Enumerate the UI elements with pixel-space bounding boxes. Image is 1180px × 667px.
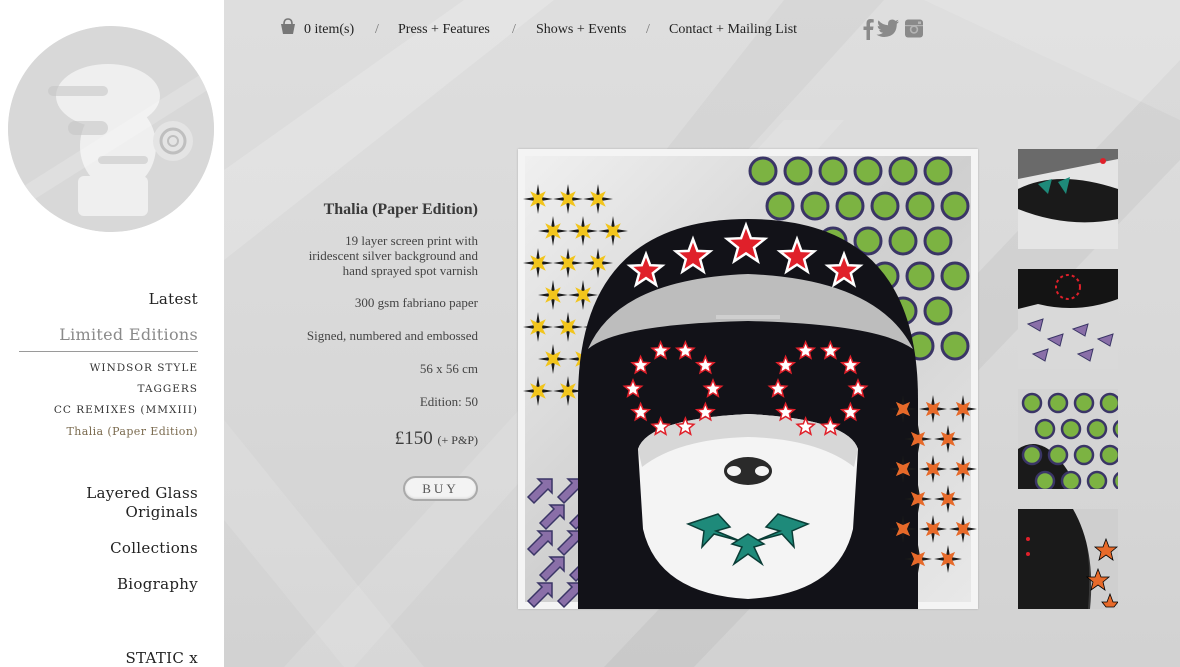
nav-separator: / [512,22,516,37]
instagram-icon[interactable] [904,18,924,43]
logo[interactable] [8,26,214,232]
nav-separator: / [646,22,650,37]
product-price: £150 (+ P&P) [395,428,478,450]
subnav-cc-remixes[interactable]: CC REMIXES (MMXIII) [54,404,198,416]
subnav-windsor-style[interactable]: WINDSOR STYLE [90,362,198,374]
thumbnail-1[interactable] [1018,149,1118,249]
nav-shows-events[interactable]: Shows + Events [536,22,626,38]
nav-separator: / [375,22,379,37]
product-title: Thalia (Paper Edition) [323,201,478,218]
facebook-icon[interactable] [862,18,874,44]
product-edition: Edition: 50 [419,394,478,409]
cart-icon[interactable] [278,17,298,42]
artwork-main-image[interactable] [518,149,978,609]
nav-layered-glass[interactable]: Layered Glass Originals [86,484,198,522]
nav-latest[interactable]: Latest [149,290,198,308]
price-value: £150 [394,428,433,449]
nav-divider [19,351,198,352]
nav-layered-glass-line1: Layered Glass [86,484,198,502]
description-line: hand sprayed spot varnish [342,263,478,278]
thumbnail-3[interactable] [1018,389,1118,489]
subnav-taggers[interactable]: TAGGERS [137,383,198,395]
thalia-print [523,156,977,609]
sidebar: Latest Limited Editions WINDSOR STYLE TA… [0,0,224,667]
nav-limited-editions[interactable]: Limited Editions [59,325,198,344]
product-size: 56 x 56 cm [419,361,478,376]
nav-biography[interactable]: Biography [117,575,198,593]
product-signed: Signed, numbered and embossed [306,328,478,343]
thumbnail-4[interactable] [1018,509,1118,609]
nav-layered-glass-line2: Originals [125,503,198,521]
logo-bust-icon [8,26,214,232]
nav-press-features[interactable]: Press + Features [398,22,490,38]
nav-contact-mailing-list[interactable]: Contact + Mailing List [669,22,797,38]
thumbnail-2[interactable] [1018,269,1118,369]
twitter-icon[interactable] [876,18,900,44]
subnav-thalia-current[interactable]: Thalia (Paper Edition) [67,425,198,438]
price-note: (+ P&P) [437,433,478,447]
description-line: 19 layer screen print with [345,233,478,248]
product-paper: 300 gsm fabriano paper [354,295,478,310]
description-line: iridescent silver background and [308,248,478,263]
product-description: 19 layer screen print with iridescent si… [309,233,478,278]
nav-collections[interactable]: Collections [110,539,198,557]
cart-count[interactable]: 0 item(s) [304,22,354,38]
buy-button[interactable]: BUY [403,476,478,501]
nav-static[interactable]: STATIC x [125,649,198,667]
